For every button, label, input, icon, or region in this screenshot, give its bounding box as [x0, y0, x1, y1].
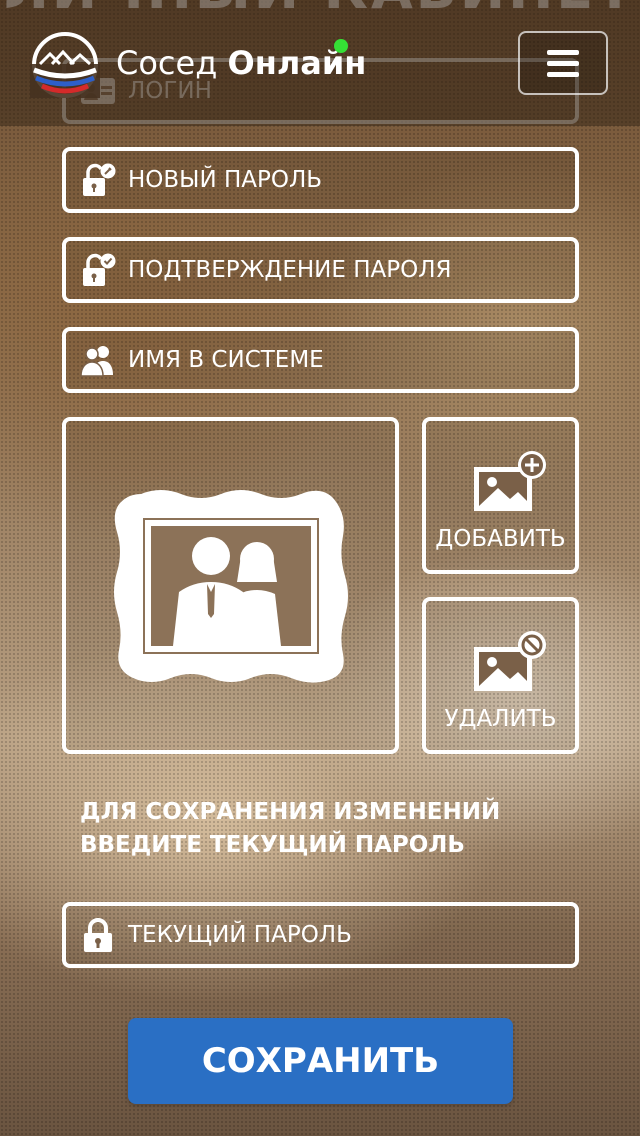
menu-button[interactable] — [518, 31, 608, 95]
save-button[interactable]: СОХРАНИТЬ — [128, 1018, 513, 1104]
confirm-password-field[interactable]: ПОДТВЕРЖДЕНИЕ ПАРОЛЯ — [62, 237, 579, 303]
delete-photo-button[interactable]: УДАЛИТЬ — [422, 597, 579, 754]
display-name-label: ИМЯ В СИСТЕМЕ — [128, 347, 324, 373]
avatar-photo — [62, 417, 399, 754]
brand-first: Сосед — [116, 44, 218, 82]
framed-couple-icon — [113, 489, 348, 683]
lock-check-icon — [83, 253, 116, 286]
lock-key-icon — [83, 163, 116, 196]
new-password-label: НОВЫЙ ПАРОЛЬ — [128, 167, 323, 193]
add-photo-label: ДОБАВИТЬ — [435, 526, 566, 552]
delete-photo-label: УДАЛИТЬ — [444, 706, 557, 732]
hamburger-icon — [547, 71, 579, 77]
current-password-field[interactable]: ТЕКУЩИЙ ПАРОЛЬ — [62, 902, 579, 968]
app-header: Сосед Онлайн — [0, 0, 640, 126]
display-name-field[interactable]: ИМЯ В СИСТЕМЕ — [62, 327, 579, 393]
hamburger-icon — [547, 49, 579, 55]
add-photo-button[interactable]: ДОБАВИТЬ — [422, 417, 579, 574]
lock-icon — [84, 918, 112, 952]
status-indicator — [334, 39, 348, 53]
logo — [30, 32, 100, 98]
new-password-field[interactable]: НОВЫЙ ПАРОЛЬ — [62, 147, 579, 213]
save-hint-text: ДЛЯ СОХРАНЕНИЯ ИЗМЕНЕНИЙ ВВЕДИТЕ ТЕКУЩИЙ… — [80, 799, 501, 858]
users-icon — [80, 346, 113, 377]
confirm-password-label: ПОДТВЕРЖДЕНИЕ ПАРОЛЯ — [128, 257, 452, 283]
image-remove-icon — [474, 631, 546, 691]
hamburger-icon — [547, 60, 579, 66]
current-password-label: ТЕКУЩИЙ ПАРОЛЬ — [128, 922, 352, 948]
brand-name: Сосед Онлайн — [116, 44, 366, 82]
image-add-icon — [474, 451, 546, 511]
